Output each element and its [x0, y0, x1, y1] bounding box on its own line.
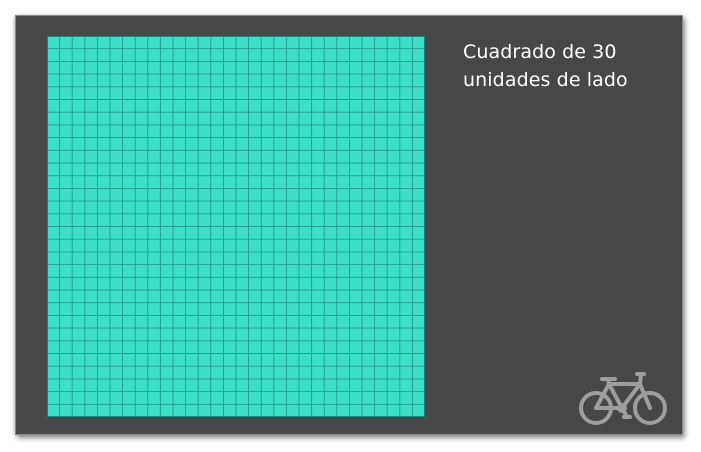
caption: Cuadrado de 30 unidades de lado [463, 38, 673, 94]
bicycle-icon [577, 371, 669, 427]
square-grid-svg [47, 36, 425, 417]
slide-canvas: Cuadrado de 30 unidades de lado [15, 15, 683, 435]
caption-line-2: unidades de lado [463, 69, 628, 91]
caption-line-1: Cuadrado de 30 [463, 41, 617, 63]
square-grid [47, 36, 425, 417]
